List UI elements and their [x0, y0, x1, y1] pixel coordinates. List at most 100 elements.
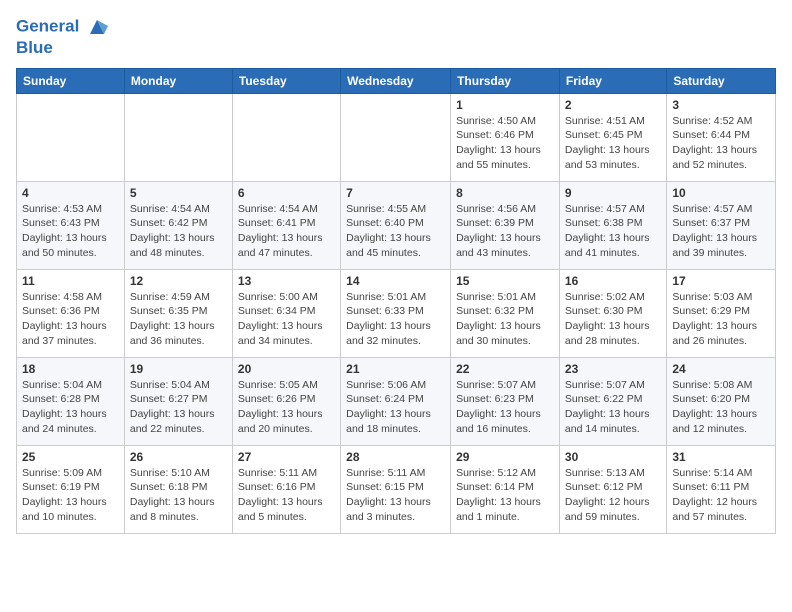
calendar-cell: 1 Sunrise: 4:50 AM Sunset: 6:46 PM Daylig… [451, 93, 560, 181]
calendar-cell: 25Sunrise: 5:09 AM Sunset: 6:19 PM Dayli… [17, 445, 125, 533]
day-number: 10 [672, 186, 770, 200]
day-number: 5 [130, 186, 227, 200]
day-info: Sunrise: 5:11 AM Sunset: 6:16 PM Dayligh… [238, 466, 335, 525]
weekday-header: Saturday [667, 68, 776, 93]
day-info: Sunrise: 5:01 AM Sunset: 6:32 PM Dayligh… [456, 290, 554, 349]
day-info: Sunrise: 5:14 AM Sunset: 6:11 PM Dayligh… [672, 466, 770, 525]
weekday-header: Monday [124, 68, 232, 93]
day-info: Sunrise: 5:07 AM Sunset: 6:23 PM Dayligh… [456, 378, 554, 437]
day-info: Sunrise: 5:10 AM Sunset: 6:18 PM Dayligh… [130, 466, 227, 525]
day-number: 9 [565, 186, 661, 200]
day-number: 24 [672, 362, 770, 376]
day-info: Sunrise: 4:57 AM Sunset: 6:38 PM Dayligh… [565, 202, 661, 261]
day-number: 4 [22, 186, 119, 200]
day-info: Sunrise: 5:08 AM Sunset: 6:20 PM Dayligh… [672, 378, 770, 437]
day-number: 18 [22, 362, 119, 376]
day-info: Sunrise: 4:52 AM Sunset: 6:44 PM Dayligh… [672, 114, 770, 173]
calendar-cell: 17Sunrise: 5:03 AM Sunset: 6:29 PM Dayli… [667, 269, 776, 357]
calendar-cell: 5 Sunrise: 4:54 AM Sunset: 6:42 PM Daylig… [124, 181, 232, 269]
calendar-cell: 15 Sunrise: 5:01 AM Sunset: 6:32 PM Dayli… [451, 269, 560, 357]
day-number: 6 [238, 186, 335, 200]
day-info: Sunrise: 4:54 AM Sunset: 6:41 PM Dayligh… [238, 202, 335, 261]
calendar-cell: 24 Sunrise: 5:08 AM Sunset: 6:20 PM Dayli… [667, 357, 776, 445]
logo-line2: Blue [16, 38, 108, 58]
logo-icon [86, 16, 108, 38]
calendar-week-row: 11 Sunrise: 4:58 AM Sunset: 6:36 PM Dayli… [17, 269, 776, 357]
day-number: 15 [456, 274, 554, 288]
calendar-table: SundayMondayTuesdayWednesdayThursdayFrid… [16, 68, 776, 534]
calendar-cell: 21 Sunrise: 5:06 AM Sunset: 6:24 PM Dayli… [341, 357, 451, 445]
calendar-week-row: 1 Sunrise: 4:50 AM Sunset: 6:46 PM Daylig… [17, 93, 776, 181]
calendar-cell: 18 Sunrise: 5:04 AM Sunset: 6:28 PM Dayli… [17, 357, 125, 445]
calendar-cell: 4Sunrise: 4:53 AM Sunset: 6:43 PM Daylig… [17, 181, 125, 269]
day-number: 19 [130, 362, 227, 376]
page-header: General Blue [16, 16, 776, 58]
day-number: 20 [238, 362, 335, 376]
calendar-cell: 22 Sunrise: 5:07 AM Sunset: 6:23 PM Dayli… [451, 357, 560, 445]
calendar-cell: 16 Sunrise: 5:02 AM Sunset: 6:30 PM Dayli… [559, 269, 666, 357]
day-number: 13 [238, 274, 335, 288]
calendar-cell: 14 Sunrise: 5:01 AM Sunset: 6:33 PM Dayli… [341, 269, 451, 357]
day-info: Sunrise: 5:12 AM Sunset: 6:14 PM Dayligh… [456, 466, 554, 525]
calendar-cell: 31 Sunrise: 5:14 AM Sunset: 6:11 PM Dayli… [667, 445, 776, 533]
day-info: Sunrise: 5:00 AM Sunset: 6:34 PM Dayligh… [238, 290, 335, 349]
day-number: 7 [346, 186, 445, 200]
logo: General Blue [16, 16, 108, 58]
calendar-cell [17, 93, 125, 181]
day-info: Sunrise: 5:04 AM Sunset: 6:28 PM Dayligh… [22, 378, 119, 437]
day-number: 2 [565, 98, 661, 112]
day-number: 21 [346, 362, 445, 376]
calendar-header-row: SundayMondayTuesdayWednesdayThursdayFrid… [17, 68, 776, 93]
calendar-cell: 2 Sunrise: 4:51 AM Sunset: 6:45 PM Daylig… [559, 93, 666, 181]
day-number: 29 [456, 450, 554, 464]
calendar-cell: 30Sunrise: 5:13 AM Sunset: 6:12 PM Dayli… [559, 445, 666, 533]
day-number: 22 [456, 362, 554, 376]
day-number: 1 [456, 98, 554, 112]
weekday-header: Wednesday [341, 68, 451, 93]
day-number: 14 [346, 274, 445, 288]
calendar-cell: 8Sunrise: 4:56 AM Sunset: 6:39 PM Daylig… [451, 181, 560, 269]
day-info: Sunrise: 4:55 AM Sunset: 6:40 PM Dayligh… [346, 202, 445, 261]
day-info: Sunrise: 4:50 AM Sunset: 6:46 PM Dayligh… [456, 114, 554, 173]
calendar-cell: 11 Sunrise: 4:58 AM Sunset: 6:36 PM Dayli… [17, 269, 125, 357]
day-info: Sunrise: 5:03 AM Sunset: 6:29 PM Dayligh… [672, 290, 770, 349]
day-info: Sunrise: 5:01 AM Sunset: 6:33 PM Dayligh… [346, 290, 445, 349]
weekday-header: Friday [559, 68, 666, 93]
day-info: Sunrise: 4:54 AM Sunset: 6:42 PM Dayligh… [130, 202, 227, 261]
day-number: 28 [346, 450, 445, 464]
day-info: Sunrise: 5:07 AM Sunset: 6:22 PM Dayligh… [565, 378, 661, 437]
day-info: Sunrise: 5:09 AM Sunset: 6:19 PM Dayligh… [22, 466, 119, 525]
calendar-cell: 9 Sunrise: 4:57 AM Sunset: 6:38 PM Daylig… [559, 181, 666, 269]
calendar-cell: 12Sunrise: 4:59 AM Sunset: 6:35 PM Dayli… [124, 269, 232, 357]
calendar-cell [232, 93, 340, 181]
calendar-cell: 20 Sunrise: 5:05 AM Sunset: 6:26 PM Dayli… [232, 357, 340, 445]
day-number: 30 [565, 450, 661, 464]
day-info: Sunrise: 4:59 AM Sunset: 6:35 PM Dayligh… [130, 290, 227, 349]
weekday-header: Thursday [451, 68, 560, 93]
day-number: 27 [238, 450, 335, 464]
day-info: Sunrise: 5:05 AM Sunset: 6:26 PM Dayligh… [238, 378, 335, 437]
calendar-cell: 7 Sunrise: 4:55 AM Sunset: 6:40 PM Daylig… [341, 181, 451, 269]
day-number: 31 [672, 450, 770, 464]
day-number: 3 [672, 98, 770, 112]
weekday-header: Sunday [17, 68, 125, 93]
calendar-cell [124, 93, 232, 181]
calendar-cell: 26Sunrise: 5:10 AM Sunset: 6:18 PM Dayli… [124, 445, 232, 533]
calendar-cell: 6 Sunrise: 4:54 AM Sunset: 6:41 PM Daylig… [232, 181, 340, 269]
day-info: Sunrise: 4:58 AM Sunset: 6:36 PM Dayligh… [22, 290, 119, 349]
day-number: 16 [565, 274, 661, 288]
calendar-cell: 27 Sunrise: 5:11 AM Sunset: 6:16 PM Dayli… [232, 445, 340, 533]
day-number: 11 [22, 274, 119, 288]
day-info: Sunrise: 5:04 AM Sunset: 6:27 PM Dayligh… [130, 378, 227, 437]
day-info: Sunrise: 5:06 AM Sunset: 6:24 PM Dayligh… [346, 378, 445, 437]
day-info: Sunrise: 4:56 AM Sunset: 6:39 PM Dayligh… [456, 202, 554, 261]
day-info: Sunrise: 5:02 AM Sunset: 6:30 PM Dayligh… [565, 290, 661, 349]
day-number: 23 [565, 362, 661, 376]
calendar-cell: 3 Sunrise: 4:52 AM Sunset: 6:44 PM Daylig… [667, 93, 776, 181]
day-info: Sunrise: 5:11 AM Sunset: 6:15 PM Dayligh… [346, 466, 445, 525]
calendar-cell [341, 93, 451, 181]
calendar-week-row: 25Sunrise: 5:09 AM Sunset: 6:19 PM Dayli… [17, 445, 776, 533]
day-info: Sunrise: 4:51 AM Sunset: 6:45 PM Dayligh… [565, 114, 661, 173]
calendar-cell: 29 Sunrise: 5:12 AM Sunset: 6:14 PM Dayli… [451, 445, 560, 533]
weekday-header: Tuesday [232, 68, 340, 93]
